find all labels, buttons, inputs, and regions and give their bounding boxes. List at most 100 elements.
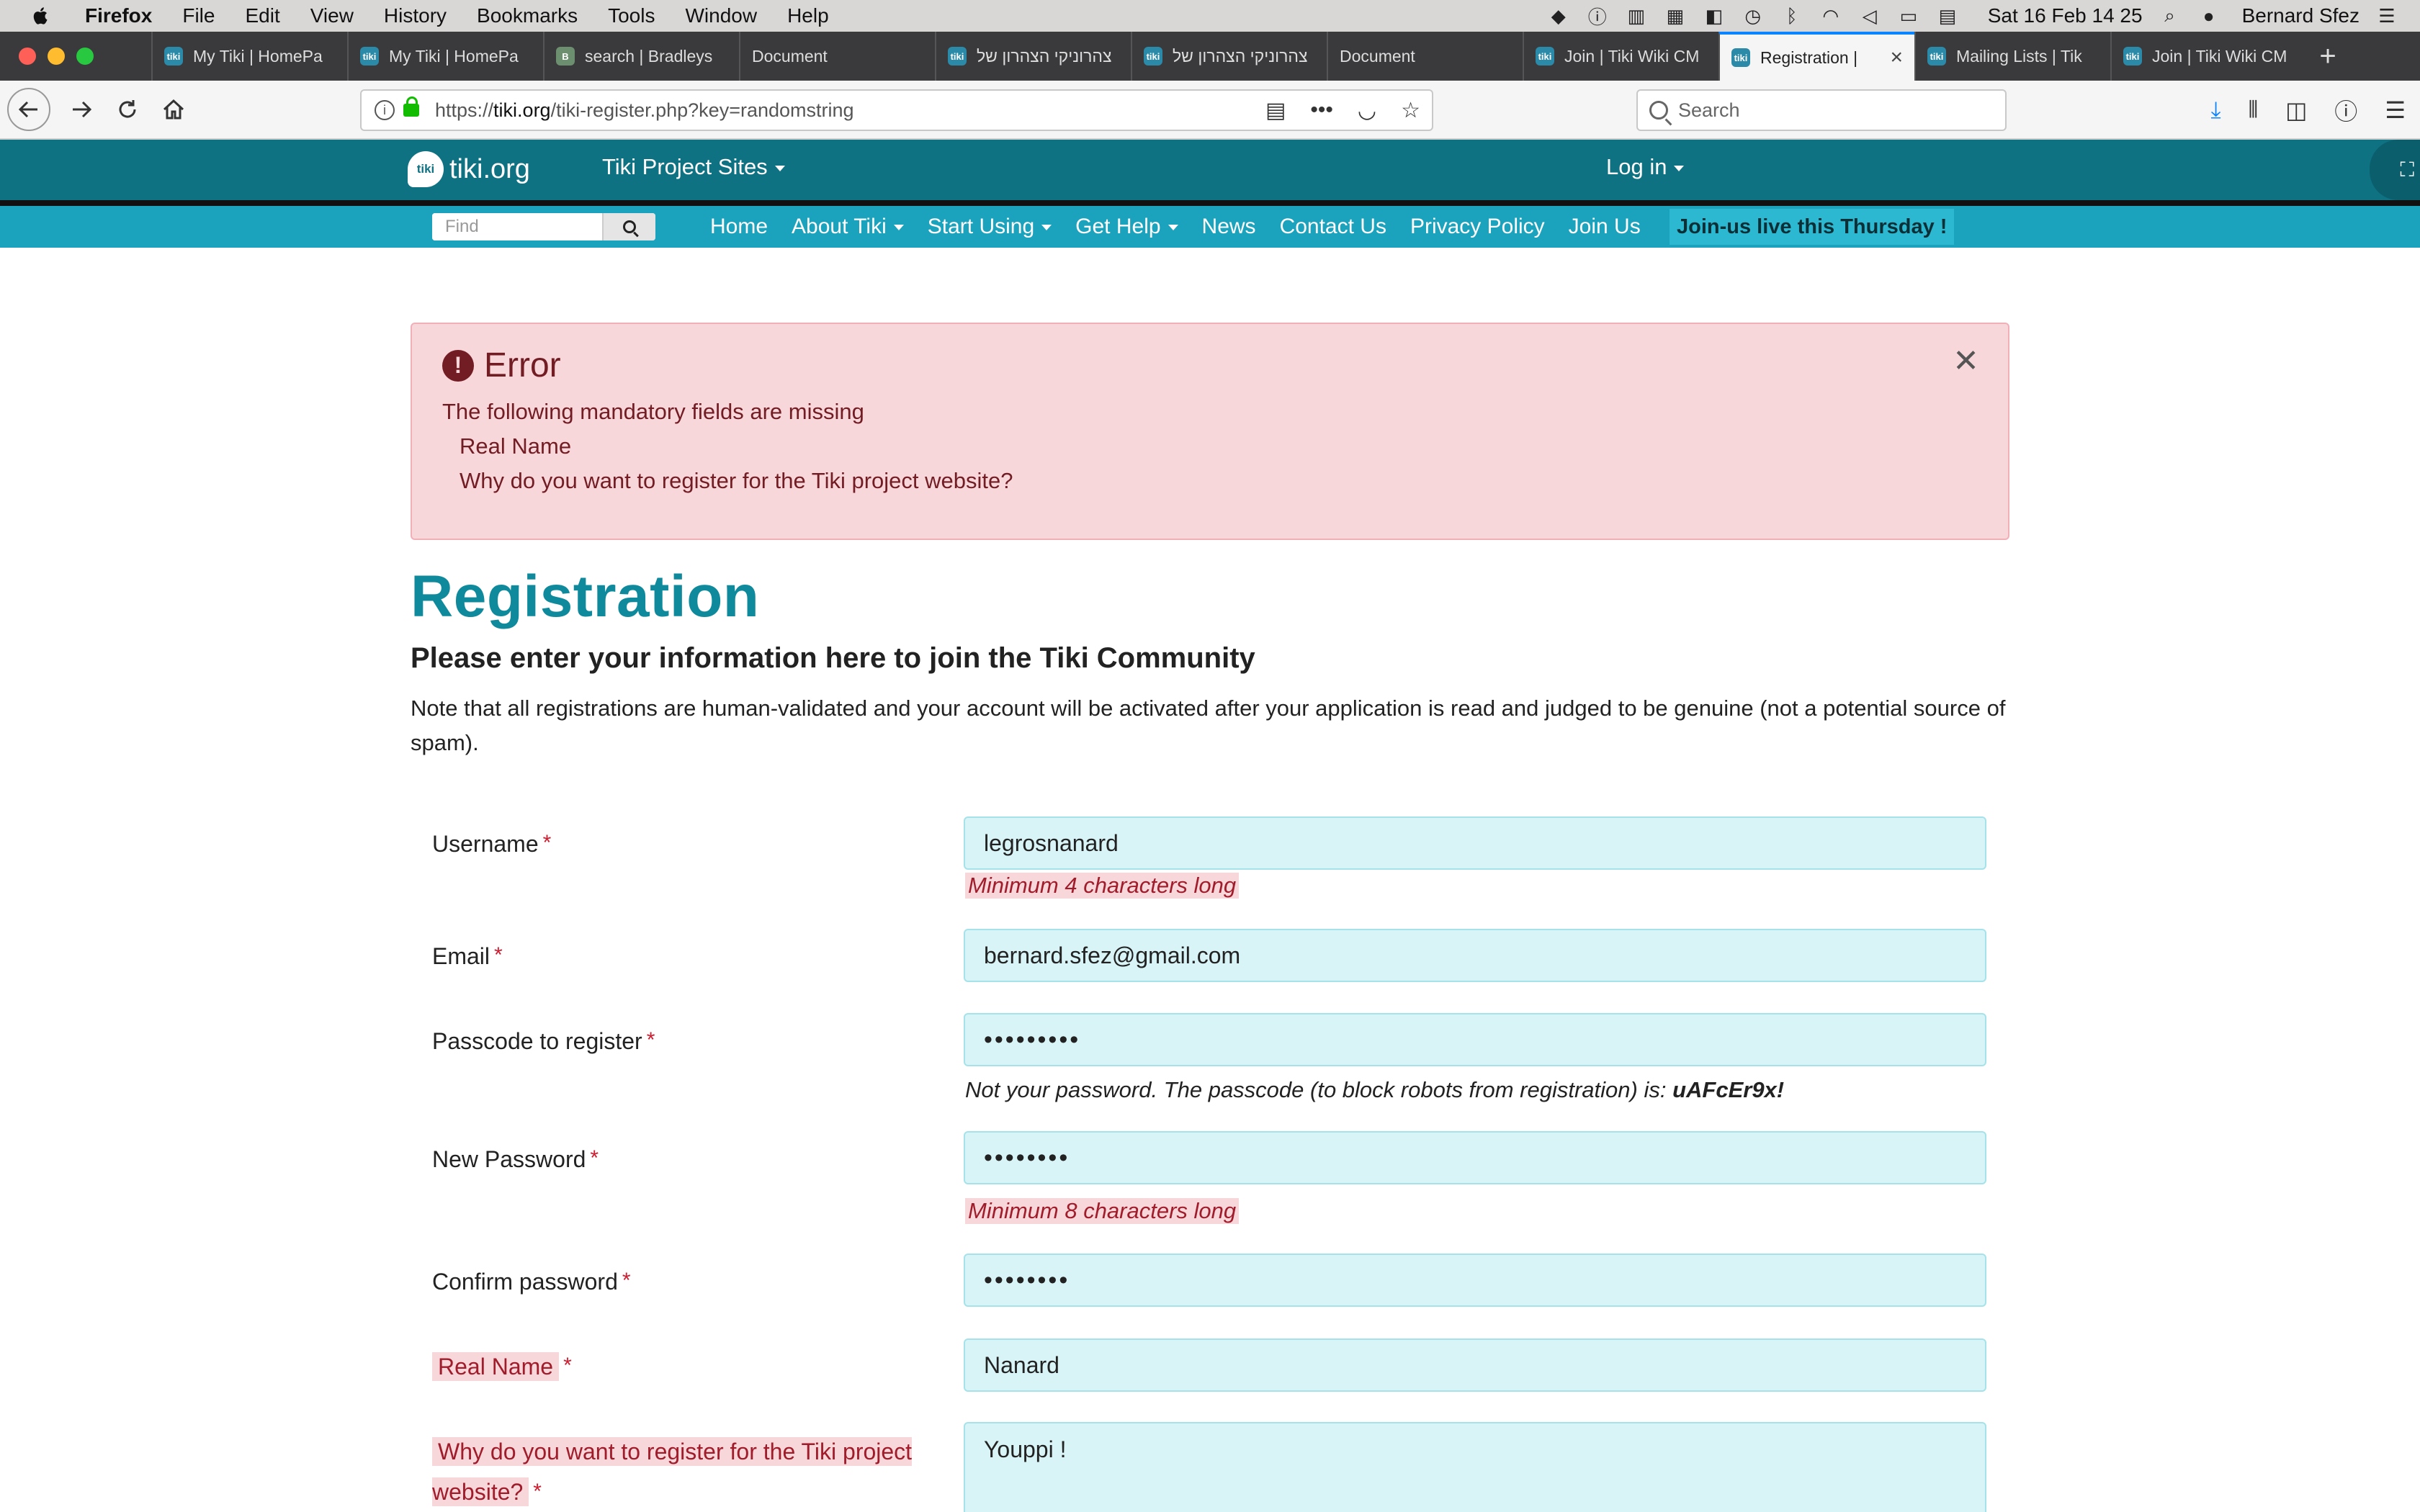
browser-tab[interactable]: tiki צהרוניקי הצהרון של (935, 32, 1131, 81)
forward-button[interactable] (60, 89, 102, 130)
login-dropdown[interactable]: Log in (1606, 154, 1685, 180)
window-close-button[interactable] (19, 48, 36, 65)
nav-privacy-policy[interactable]: Privacy Policy (1410, 215, 1545, 239)
notification-icon[interactable]: ◧ (1703, 5, 1726, 27)
dropbox-icon[interactable]: ◆ (1547, 5, 1570, 27)
battery-icon[interactable]: ▭ (1897, 5, 1920, 27)
menu-file[interactable]: File (182, 4, 215, 27)
nav-start-using[interactable]: Start Using (928, 215, 1052, 239)
menubar-user-name[interactable]: Bernard Sfez (2242, 4, 2360, 27)
new-tab-button[interactable]: + (2306, 32, 2349, 81)
menu-tools[interactable]: Tools (608, 4, 655, 27)
pocket-icon[interactable]: ◡ (1358, 98, 1376, 123)
notification-center-icon[interactable]: ☰ (2375, 5, 2398, 27)
nav-join-us[interactable]: Join Us (1569, 215, 1641, 239)
apple-logo-icon[interactable] (30, 5, 52, 27)
reader-view-icon[interactable]: ▤ (1265, 98, 1286, 123)
us-flag-icon[interactable]: ▤ (1936, 5, 1959, 27)
browser-tab[interactable]: Document (739, 32, 935, 81)
browser-tab[interactable]: tiki My Tiki | HomePa (151, 32, 347, 81)
url-bar[interactable]: i https://tiki.org/tiki-register.php?key… (360, 89, 1433, 131)
email-label: Email * (432, 943, 503, 970)
menu-view[interactable]: View (310, 4, 354, 27)
real-name-input[interactable]: Nanard (964, 1338, 1986, 1392)
sidebar-icon[interactable]: ◫ (2285, 96, 2307, 124)
volume-icon[interactable]: ◁ (1858, 5, 1881, 27)
menu-history[interactable]: History (384, 4, 447, 27)
page-actions-icon[interactable]: ••• (1310, 98, 1333, 122)
nav-about-tiki[interactable]: About Tiki (792, 215, 904, 239)
passcode-input[interactable]: ••••••••• (964, 1013, 1986, 1066)
tiki-favicon-icon: tiki (948, 47, 967, 66)
username-input[interactable]: legrosnanard (964, 816, 1986, 870)
extension-icon[interactable]: ⓘ (2334, 94, 2357, 127)
hamburger-menu-icon[interactable]: ☰ (2385, 96, 2406, 124)
menubar-clock[interactable]: Sat 16 Feb 14 25 (1988, 4, 2143, 27)
site-info-icon[interactable]: i (375, 100, 395, 120)
browser-tab[interactable]: tiki צהרוניקי הצהרון של (1131, 32, 1327, 81)
email-input[interactable]: bernard.sfez@gmail.com (964, 929, 1986, 982)
bluetooth-icon[interactable]: ᛒ (1780, 5, 1803, 27)
window-minimize-button[interactable] (48, 48, 65, 65)
bookmark-star-icon[interactable]: ☆ (1401, 98, 1420, 123)
close-alert-button[interactable]: ✕ (1953, 343, 1979, 379)
passcode-label: Passcode to register * (432, 1028, 655, 1055)
back-button[interactable] (7, 88, 50, 131)
search-bar[interactable]: Search (1636, 89, 2007, 131)
window-zoom-button[interactable] (76, 48, 94, 65)
tab-label: Join | Tiki Wiki CM (2152, 46, 2287, 66)
error-heading: ! Error (442, 346, 561, 385)
site-logo[interactable]: tiki tiki.org (408, 151, 530, 187)
browser-tab[interactable]: tiki Mailing Lists | Tik (1914, 32, 2110, 81)
wifi-icon[interactable]: ◠ (1819, 5, 1842, 27)
nav-news[interactable]: News (1202, 215, 1256, 239)
menu-edit[interactable]: Edit (245, 4, 279, 27)
nav-label: News (1201, 215, 1256, 238)
info-status-icon[interactable]: ⓘ (1586, 5, 1609, 28)
why-register-textarea[interactable]: Youppi ! (964, 1422, 1986, 1512)
browser-tab[interactable]: Document (1327, 32, 1523, 81)
nav-label: Join Us (1568, 215, 1641, 238)
nav-label: Contact Us (1279, 215, 1386, 238)
browser-tab[interactable]: tiki Join | Tiki Wiki CM (2110, 32, 2306, 81)
calendar-status-icon[interactable]: ▦ (1664, 5, 1687, 27)
menu-app-firefox[interactable]: Firefox (85, 4, 152, 27)
site-main-nav: Home About Tiki Start Using Get Help News Con… (0, 206, 2420, 248)
reload-button[interactable] (107, 89, 148, 130)
confirm-password-input[interactable]: •••••••• (964, 1254, 1986, 1307)
menu-bookmarks[interactable]: Bookmarks (477, 4, 578, 27)
home-icon (163, 99, 184, 120)
secure-lock-icon[interactable] (403, 96, 419, 117)
downloads-icon[interactable]: ⤓ (2210, 96, 2220, 124)
menu-window[interactable]: Window (685, 4, 757, 27)
caret-down-icon (1168, 225, 1178, 231)
menu-help[interactable]: Help (787, 4, 829, 27)
url-text[interactable]: https://tiki.org/tiki-register.php?key=r… (435, 99, 854, 122)
browser-tab[interactable]: Bsearch | Bradleys (543, 32, 739, 81)
library-icon[interactable]: ⫴ (2249, 96, 2258, 124)
project-sites-dropdown[interactable]: Tiki Project Sites (602, 154, 785, 180)
find-input[interactable] (432, 213, 602, 240)
browser-tab[interactable]: tiki My Tiki | HomePa (347, 32, 543, 81)
nav-home[interactable]: Home (710, 215, 768, 239)
user-avatar-icon[interactable]: ● (2197, 5, 2220, 27)
fullscreen-toggle[interactable]: ⛶ (2370, 140, 2420, 200)
time-machine-icon[interactable]: ◷ (1742, 5, 1765, 27)
memory-monitor-icon[interactable]: ▥ (1625, 5, 1648, 27)
arrow-left-icon (18, 101, 37, 118)
nav-contact-us[interactable]: Contact Us (1280, 215, 1386, 239)
new-password-input[interactable]: •••••••• (964, 1131, 1986, 1184)
close-tab-icon[interactable]: × (1890, 45, 1903, 70)
spotlight-search-icon[interactable]: ⌕ (2159, 4, 2182, 27)
promo-link[interactable]: Join-us live this Thursday ! (1670, 209, 1955, 245)
error-item-real-name: Real Name (460, 433, 572, 459)
nav-get-help[interactable]: Get Help (1075, 215, 1178, 239)
find-button[interactable] (602, 213, 655, 240)
home-button[interactable] (153, 89, 194, 130)
username-label-text: Username (432, 831, 539, 857)
tiki-favicon-icon: tiki (164, 47, 183, 66)
browser-tab[interactable]: tiki Join | Tiki Wiki CM (1523, 32, 1718, 81)
search-icon (623, 220, 636, 233)
browser-tab-active[interactable]: tiki Registration | × (1718, 32, 1914, 81)
tab-label: My Tiki | HomePa (193, 46, 323, 66)
